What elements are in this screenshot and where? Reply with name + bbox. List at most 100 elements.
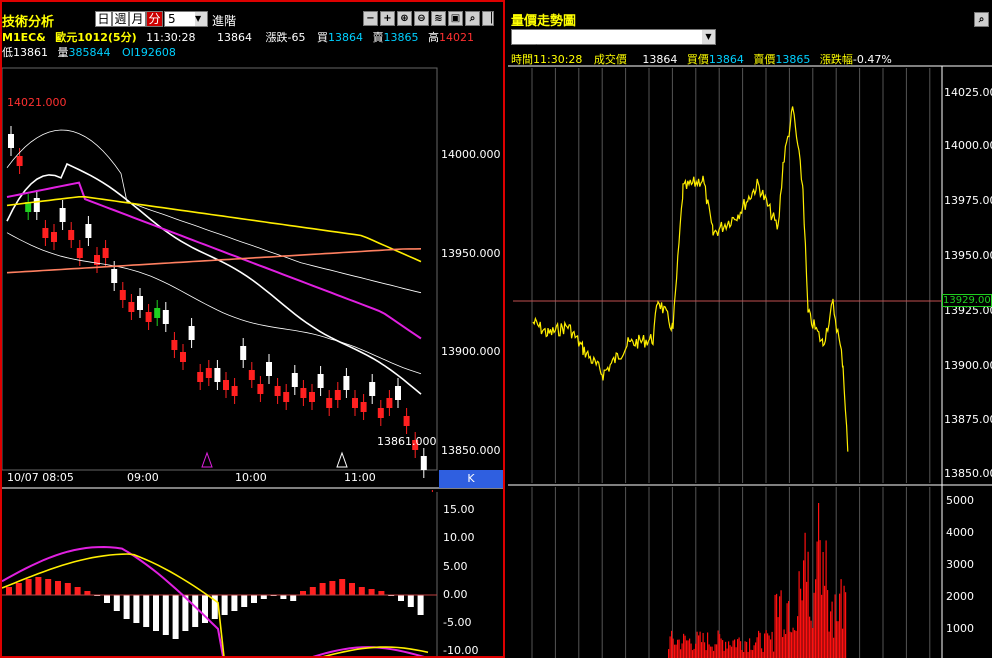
intraday-price-line xyxy=(532,106,849,452)
buy-label: 買 xyxy=(316,31,328,44)
price-axis-label: 13850.000 xyxy=(944,467,992,480)
volume-bar xyxy=(737,639,739,658)
volume-bar xyxy=(743,651,745,658)
candle-body xyxy=(326,398,333,408)
period-day-button[interactable]: 日 xyxy=(95,11,112,27)
save-icon[interactable]: ▣ xyxy=(448,11,463,26)
price-axis-label: 14000.000 xyxy=(944,139,992,152)
time-axis-label: 09:00 xyxy=(127,471,159,484)
macd-axis-label: 15.00 xyxy=(443,503,475,516)
volume-bar xyxy=(755,642,757,658)
price-axis-label: 14000.000 xyxy=(441,148,501,161)
k-button[interactable]: K xyxy=(439,470,503,488)
symbol-name: 歐元1012(5分) xyxy=(55,31,137,44)
volume-bar xyxy=(723,650,725,658)
macd-bar xyxy=(358,587,365,595)
price-axis-label: 13950.000 xyxy=(944,249,992,262)
time-axis-label: 11:00 xyxy=(344,471,376,484)
side-toggle-icon[interactable]: ▕ xyxy=(482,11,494,26)
search-icon[interactable]: ⌕ xyxy=(465,11,480,26)
volume-bar xyxy=(683,633,685,658)
macd-axis-label: 5.00 xyxy=(443,560,468,573)
period-week-button[interactable]: 週 xyxy=(112,11,129,27)
signal-up-marker-2 xyxy=(336,451,348,468)
candle-body xyxy=(42,228,49,238)
macd-axis-label: 0.00 xyxy=(443,588,468,601)
indicator-icon[interactable]: ≋ xyxy=(431,11,446,26)
volume-bar xyxy=(779,596,781,658)
volume-axis-label: 5000 xyxy=(946,494,974,507)
time-axis-label: 10/07 08:05 xyxy=(7,471,74,484)
volume-bar xyxy=(822,552,824,658)
candle-body xyxy=(111,269,118,283)
macd-bar xyxy=(45,579,52,595)
candle-body xyxy=(102,248,109,258)
volume-bar xyxy=(713,650,715,658)
volume-bar xyxy=(672,638,674,658)
price-axis-label: 13875.000 xyxy=(944,413,992,426)
volume-bar xyxy=(843,585,845,658)
volume-bar xyxy=(806,581,808,658)
quote-line-2: 低13861 量385844 OI192608 xyxy=(2,44,176,60)
candle-body xyxy=(154,308,161,318)
volume-bar xyxy=(717,630,719,658)
candle-body xyxy=(352,398,358,408)
volume-bar xyxy=(726,648,728,658)
volume-bar xyxy=(764,633,766,658)
volume-bar xyxy=(722,640,724,658)
period-minute-button[interactable]: 分 xyxy=(146,11,163,27)
advanced-button[interactable]: 進階 xyxy=(212,12,236,29)
macd-bar xyxy=(153,595,159,631)
plus-icon[interactable]: + xyxy=(380,11,395,26)
volume-bar xyxy=(740,641,742,658)
volume-bar xyxy=(801,600,803,658)
volume-bar xyxy=(795,630,797,658)
chevron-down-icon: ▼ xyxy=(702,30,715,44)
volume-bar xyxy=(759,632,761,658)
volume-bar xyxy=(698,635,700,658)
volume-bar xyxy=(774,594,776,658)
candle-body xyxy=(85,224,92,238)
candle-body xyxy=(33,198,40,212)
candle-body xyxy=(274,386,281,396)
macd-chart[interactable] xyxy=(2,492,503,658)
minus-icon[interactable]: − xyxy=(363,11,378,26)
zoom-out-icon[interactable]: ⊖ xyxy=(414,11,429,26)
macd-bar xyxy=(290,595,297,601)
period-month-button[interactable]: 月 xyxy=(129,11,146,27)
volume-label: 量 xyxy=(57,46,69,59)
volume-bar xyxy=(714,644,716,658)
candle-body xyxy=(386,398,393,408)
intraday-price-chart[interactable] xyxy=(508,64,992,658)
volume-bar xyxy=(798,571,800,658)
price-axis-label: 13950.000 xyxy=(441,247,501,260)
candle-body xyxy=(231,386,238,396)
interval-select[interactable]: 5 ▼ xyxy=(164,11,208,27)
candle-body xyxy=(240,346,247,360)
volume-bar xyxy=(735,647,737,658)
volume-bar xyxy=(708,644,710,658)
macd-bar xyxy=(143,595,150,627)
volume-bar xyxy=(752,650,754,658)
volume-bar xyxy=(842,628,844,658)
change-label: 漲跌 xyxy=(265,31,288,44)
buy-value: 13864 xyxy=(327,31,363,44)
volume-axis-label: 3000 xyxy=(946,558,974,571)
volume-bar xyxy=(711,646,713,658)
candlestick-chart[interactable]: 14021.000 13861.000 xyxy=(2,60,503,492)
volume-bar xyxy=(825,540,827,658)
reference-price-tag: 13929.000 xyxy=(942,294,992,307)
candle-body xyxy=(343,376,350,390)
volume-axis-label: 1000 xyxy=(946,622,974,635)
search-icon[interactable]: ⌕ xyxy=(974,12,989,27)
candle-body xyxy=(420,456,427,470)
volume-bar xyxy=(753,645,755,658)
candle-body xyxy=(403,416,410,426)
symbol-select[interactable]: 歐元1012 M1EC& ▼ xyxy=(511,29,716,57)
volume-axis-label: 2000 xyxy=(946,590,974,603)
volume-bar xyxy=(804,532,806,658)
zoom-in-icon[interactable]: ⊕ xyxy=(397,11,412,26)
volume-bar xyxy=(669,636,671,658)
volume-bar xyxy=(809,616,811,658)
volume-bar xyxy=(692,650,694,658)
